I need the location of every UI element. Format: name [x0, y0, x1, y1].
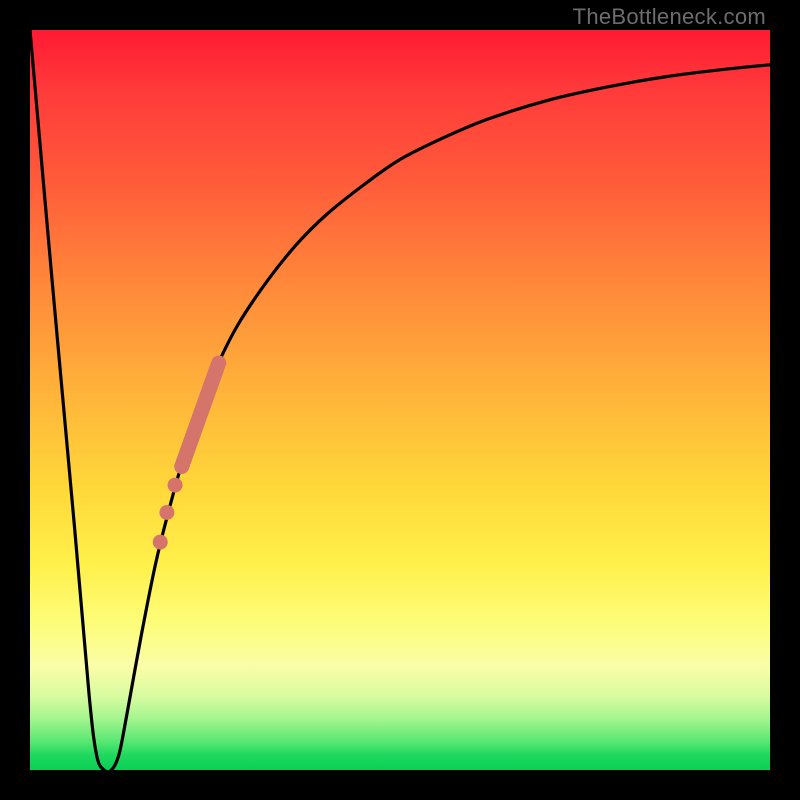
marker-dot	[153, 535, 168, 550]
chart-container: TheBottleneck.com	[0, 0, 800, 800]
plot-area	[30, 30, 770, 770]
highlight-segment	[182, 363, 219, 467]
marker-dot	[159, 505, 174, 520]
watermark-text: TheBottleneck.com	[573, 4, 766, 30]
bottleneck-curve	[30, 30, 770, 770]
marker-dot	[168, 478, 183, 493]
bottleneck-curve-svg	[30, 30, 770, 770]
